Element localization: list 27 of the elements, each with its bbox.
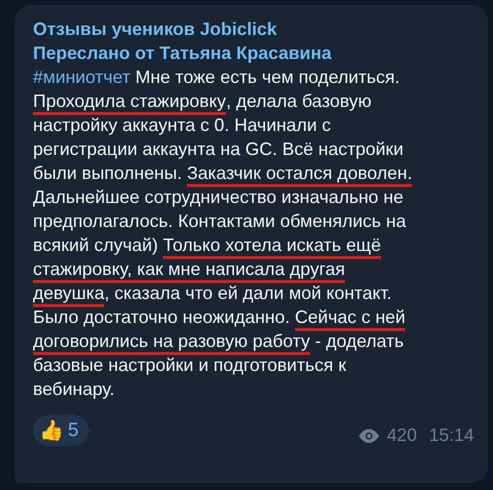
message-text: предполагалось. Контактами обменялись на (33, 210, 406, 233)
message-text: Только хотела искать ещё (163, 234, 381, 259)
message-text: Сейчас с ней (294, 306, 406, 331)
message-text: Проходила стажировку (33, 90, 226, 115)
message-text: , делала базовую (226, 90, 372, 113)
message-text: настройку аккаунта с 0. Начинали с (33, 114, 331, 137)
reaction-button[interactable]: 👍 5 (33, 415, 89, 446)
eye-icon (356, 428, 381, 444)
message-text: вебинару. (33, 378, 114, 401)
message-text: девушка (33, 282, 104, 307)
message-text: - доделать (314, 330, 404, 353)
message-text: Мне тоже есть чем поделиться. (134, 66, 400, 89)
channel-name[interactable]: Отзывы учеников Jobiclick (33, 17, 474, 41)
message-text: договорились на разовую работу (33, 330, 310, 355)
hashtag-link[interactable]: #миниотчет (33, 65, 130, 89)
message-text: базовые настройки и подготовиться к (33, 354, 346, 377)
message-text: были выполнены. (33, 162, 184, 185)
message-text: Дальнейшее сотрудничество изначально не (33, 186, 404, 209)
forwarded-from[interactable]: Переслано от Татьяна Красавина (33, 41, 474, 65)
message-text: всякий случай) (33, 234, 160, 257)
message-text: , сказала что ей дали мой контакт. (104, 282, 392, 305)
message-text: Заказчик остался доволен. (187, 162, 412, 187)
message-time: 15:14 (428, 425, 474, 446)
message-text: стажировку, как мне написала другая (33, 258, 346, 283)
message-text: Было достаточно неожиданно. (33, 306, 291, 329)
view-count: 420 (386, 425, 417, 446)
message-text: регистрации аккаунта на GC. Всё настройки (33, 138, 404, 161)
